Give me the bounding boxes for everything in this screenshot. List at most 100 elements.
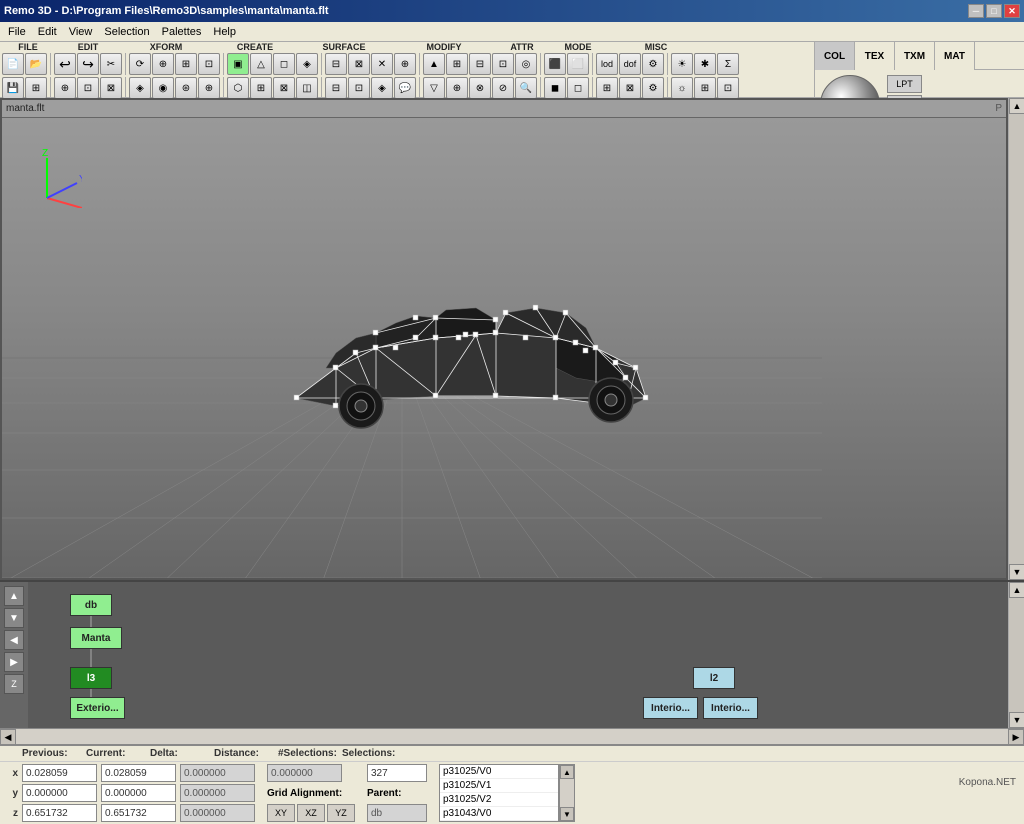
nav-right[interactable]: ▶ (4, 652, 24, 672)
tb-save2[interactable]: ⊞ (25, 77, 47, 99)
viewport[interactable]: manta.flt P (0, 98, 1008, 580)
hier-scroll-up[interactable]: ▲ (1009, 582, 1024, 598)
tab-txm[interactable]: TXM (895, 42, 935, 70)
node-db[interactable]: db (70, 594, 112, 616)
yz-button[interactable]: YZ (327, 804, 355, 822)
tb-m8[interactable]: ⊗ (469, 77, 491, 99)
tb-ms4[interactable]: ☼ (671, 77, 693, 99)
tb-edit6[interactable]: ⊠ (100, 77, 122, 99)
tab-tex[interactable]: TEX (855, 42, 895, 70)
tb-edit4[interactable]: ⊕ (54, 77, 76, 99)
tb-mod4[interactable]: ⊡ (492, 53, 514, 75)
previous-y-field[interactable] (22, 784, 97, 802)
previous-z-field[interactable] (22, 804, 97, 822)
tb-redo[interactable]: ↪ (77, 53, 99, 75)
scroll-up-button[interactable]: ▲ (1009, 98, 1024, 114)
hscroll-left[interactable]: ◀ (0, 729, 16, 745)
tb-sf7[interactable]: ◈ (371, 77, 393, 99)
tb-xf5[interactable]: ◈ (129, 77, 151, 99)
menu-help[interactable]: Help (207, 24, 242, 40)
delta-z-field[interactable] (180, 804, 255, 822)
tb-md4[interactable]: ⊞ (596, 77, 618, 99)
node-l3[interactable]: l3 (70, 667, 112, 689)
node-l2[interactable]: l2 (693, 667, 735, 689)
node-interior2[interactable]: Interio... (703, 697, 758, 719)
hierarchy-scrollbar[interactable]: ▲ ▼ (1008, 582, 1024, 728)
minimize-button[interactable]: ─ (968, 4, 984, 18)
tb-ms6[interactable]: ⊡ (717, 77, 739, 99)
nav-up[interactable]: ▲ (4, 586, 24, 606)
maximize-button[interactable]: □ (986, 4, 1002, 18)
delta-y-field[interactable] (180, 784, 255, 802)
nav-down[interactable]: ▼ (4, 608, 24, 628)
lpt-button[interactable]: LPT (887, 75, 922, 93)
tb-sf5[interactable]: ⊟ (325, 77, 347, 99)
previous-x-field[interactable] (22, 764, 97, 782)
current-x-field[interactable] (101, 764, 176, 782)
node-manta[interactable]: Manta (70, 627, 122, 649)
tab-col[interactable]: COL (815, 42, 855, 70)
tb-misc3[interactable]: Σ (717, 53, 739, 75)
tb-xf7[interactable]: ⊛ (175, 77, 197, 99)
tb-m6[interactable]: ▽ (423, 77, 445, 99)
node-exterior[interactable]: Exterio... (70, 697, 125, 719)
nav-left[interactable]: ◀ (4, 630, 24, 650)
tb-mod3[interactable]: ⊟ (469, 53, 491, 75)
menu-palettes[interactable]: Palettes (156, 24, 208, 40)
tb-m10[interactable]: 🔍 (515, 77, 537, 99)
tb-attr2[interactable]: ⬜ (567, 53, 589, 75)
delta-x-field[interactable] (180, 764, 255, 782)
tb-edit3[interactable]: ✂ (100, 53, 122, 75)
tb-create2[interactable]: △ (250, 53, 272, 75)
tb-cr6[interactable]: ⊞ (250, 77, 272, 99)
tb-mod1[interactable]: ▲ (423, 53, 445, 75)
horizontal-scrollbar[interactable]: ◀ ▶ (0, 728, 1024, 744)
scroll-down-button[interactable]: ▼ (1009, 564, 1024, 580)
tb-at3[interactable]: ◼ (544, 77, 566, 99)
tb-xform2[interactable]: ⊕ (152, 53, 174, 75)
tb-save[interactable]: 💾 (2, 77, 24, 99)
tb-cr5[interactable]: ⬡ (227, 77, 249, 99)
viewport-scrollbar[interactable]: ▲ ▼ (1008, 98, 1024, 580)
node-interior1[interactable]: Interio... (643, 697, 698, 719)
selections-scrollbar[interactable]: ▲ ▼ (559, 764, 575, 822)
tb-sf8[interactable]: 💬 (394, 77, 416, 99)
viewport-3d[interactable]: Z X Y (2, 118, 1006, 578)
tab-mat[interactable]: MAT (935, 42, 975, 70)
menu-selection[interactable]: Selection (98, 24, 155, 40)
tb-create3[interactable]: ◻ (273, 53, 295, 75)
tb-edit5[interactable]: ⊡ (77, 77, 99, 99)
close-button[interactable]: ✕ (1004, 4, 1020, 18)
tb-misc1[interactable]: ☀ (671, 53, 693, 75)
parent-value[interactable] (367, 804, 427, 822)
current-z-field[interactable] (101, 804, 176, 822)
tb-sf6[interactable]: ⊡ (348, 77, 370, 99)
hscroll-right[interactable]: ▶ (1008, 729, 1024, 745)
tb-new[interactable]: 📄 (2, 53, 24, 75)
tb-mode2[interactable]: dof (619, 53, 641, 75)
tb-surf3[interactable]: ✕ (371, 53, 393, 75)
menu-view[interactable]: View (63, 24, 99, 40)
selections-count-value[interactable] (367, 764, 427, 782)
tb-open[interactable]: 📂 (25, 53, 47, 75)
tb-xf6[interactable]: ◉ (152, 77, 174, 99)
tb-ms5[interactable]: ⊞ (694, 77, 716, 99)
xz-button[interactable]: XZ (297, 804, 325, 822)
current-y-field[interactable] (101, 784, 176, 802)
tb-surf4[interactable]: ⊕ (394, 53, 416, 75)
tb-xform1[interactable]: ⟳ (129, 53, 151, 75)
tb-xform3[interactable]: ⊞ (175, 53, 197, 75)
sel-scroll-down[interactable]: ▼ (560, 807, 574, 821)
tb-mode3[interactable]: ⚙ (642, 53, 664, 75)
tb-m9[interactable]: ⊘ (492, 77, 514, 99)
tb-mod5[interactable]: ◎ (515, 53, 537, 75)
menu-edit[interactable]: Edit (32, 24, 63, 40)
hier-scroll-down[interactable]: ▼ (1009, 712, 1024, 728)
tb-surf2[interactable]: ⊠ (348, 53, 370, 75)
tb-misc2[interactable]: ✱ (694, 53, 716, 75)
menu-file[interactable]: File (2, 24, 32, 40)
tb-xf8[interactable]: ⊕ (198, 77, 220, 99)
tb-m7[interactable]: ⊕ (446, 77, 468, 99)
tb-create4[interactable]: ◈ (296, 53, 318, 75)
tb-md5[interactable]: ⊠ (619, 77, 641, 99)
